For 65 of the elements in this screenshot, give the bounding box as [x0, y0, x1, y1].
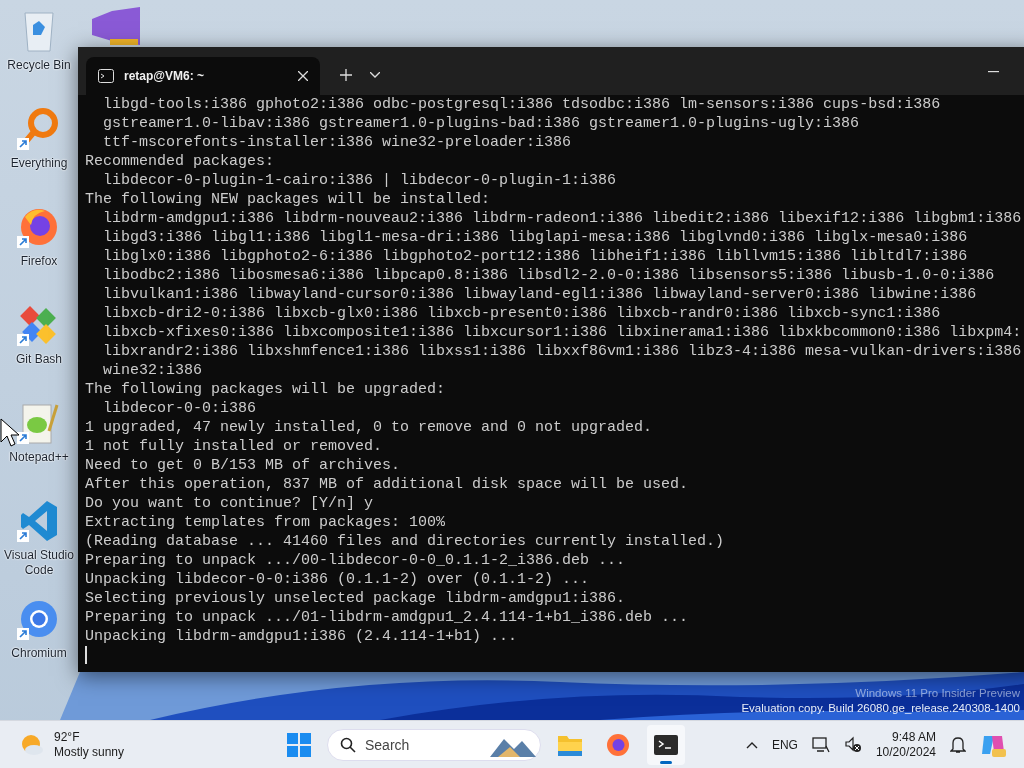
terminal-line: libxrandr2:i386 libxshmfence1:i386 libxss1:i386 libxxf86vm1:i386 libz3-4:i386 mesa-vulkan-drivers:i386: [102, 342, 1023, 361]
active-indicator: [660, 760, 672, 764]
language-indicator[interactable]: ENG: [771, 737, 798, 752]
desktop-icon-label[interactable]: Everything: [1, 156, 77, 171]
terminal-line: libgd-tools:i386 gphoto2:i386 odbc-postgresql:i386 tdsodbc:i386 lm-sensors:i386 cups-bsd:i386: [102, 95, 942, 114]
terminal-line: libxcb-dri2-0:i386 libxcb-glx0:i386 libxcb-present0:i386 libxcb-randr0:i386 libxcb-sync1:i386: [102, 304, 942, 323]
muted-speaker-icon[interactable]: [843, 735, 862, 754]
terminal-line: (Reading database ... 41460 files and directories currently installed.): [85, 532, 726, 551]
terminal-line: Need to get 0 B/153 MB of archives.: [85, 456, 402, 475]
terminal-line: gstreamer1.0-libav:i386 gstreamer1.0-plugins-bad:i386 gstreamer1.0-plugins-ugly:i386: [102, 114, 861, 133]
terminal-line: Preparing to unpack .../01-libdrm-amdgpu1_2.4.114-1+b1_i386.deb ...: [85, 608, 690, 627]
terminal-line: Unpacking libdecor-0-0:i386 (0.1.1-2) over (0.1.1-2) ...: [85, 570, 591, 589]
text-cursor: [85, 646, 87, 664]
terminal-line: libdecor-0-plugin-1-cairo:i386 | libdecor-0-plugin-1:i386: [102, 171, 618, 190]
terminal-line: Unpacking libdrm-amdgpu1:i386 (2.4.114-1+b1) ...: [85, 627, 519, 646]
search-icon: [340, 736, 356, 753]
terminal-line: After this operation, 837 MB of additional disk space will be used.: [85, 475, 690, 494]
desktop-icon-label[interactable]: Notepad++: [1, 450, 77, 465]
desktop-icon-label[interactable]: Visual Studio Code: [1, 548, 77, 578]
clock-time[interactable]: 9:48 AM: [891, 729, 936, 745]
tab-title: retap@VM6: ~: [124, 69, 206, 83]
bell-icon[interactable]: [950, 735, 966, 754]
terminal-line: Extracting templates from packages: 100%: [85, 513, 447, 532]
terminal-line: Recommended packages:: [85, 152, 276, 171]
search-field[interactable]: Search: [327, 728, 541, 761]
terminal-line: ttf-mscorefonts-installer:i386 wine32-preloader:i386: [102, 133, 573, 152]
terminal-icon: [654, 734, 678, 755]
firefox-icon: [606, 732, 630, 757]
new-tab-icon[interactable]: [340, 69, 352, 81]
weather-text[interactable]: Mostly sunny: [54, 744, 125, 760]
watermark-text: Evaluation copy. Build 26080.ge_release.240308-1400: [741, 701, 1020, 716]
desktop-icon-label[interactable]: Chromium: [1, 646, 77, 661]
desktop-icon-label[interactable]: Recycle Bin: [1, 58, 77, 73]
desktop-icon-label[interactable]: Git Bash: [1, 352, 77, 367]
chevron-up-icon[interactable]: [745, 740, 758, 749]
terminal-line: The following NEW packages will be installed:: [85, 190, 492, 209]
search-placeholder: Search: [365, 736, 411, 753]
terminal-line: libxcb-xfixes0:i386 libxcomposite1:i386 libxcursor1:i386 libxinerama1:i386 libxkbcommon0:i386 libxpm4:: [102, 323, 1023, 342]
terminal-line: libodbc2:i386 libosmesa6:i386 libpcap0.8:i386 libsdl2-2.0-0:i386 libsensors5:i386 libusb-1.0-0:i386: [102, 266, 996, 285]
terminal-line: Preparing to unpack .../00-libdecor-0-0_0.1.1-2_i386.deb ...: [85, 551, 627, 570]
terminal-line: libvulkan1:i386 libwayland-cursor0:i386 libwayland-egl1:i386 libwayland-server0:i386 libwine:i386: [102, 285, 978, 304]
terminal-line: The following packages will be upgraded:: [85, 380, 447, 399]
start-icon[interactable]: [287, 732, 311, 757]
taskbar-app[interactable]: [647, 724, 685, 765]
watermark-text: Windows 11 Pro Insider Preview: [855, 686, 1020, 701]
terminal-line: libdecor-0-0:i386: [102, 399, 258, 418]
terminal-line: libgd3:i386 libgl1:i386 libgl1-mesa-dri:i386 libglapi-mesa:i386 libglvnd0:i386 libglx-mesa0:i386: [102, 228, 969, 247]
terminal-line: libdrm-amdgpu1:i386 libdrm-nouveau2:i386 libdrm-radeon1:i386 libedit2:i386 libexif12:i386 libgbm1:i386: [102, 209, 1023, 228]
terminal-line: 1 upgraded, 47 newly installed, 0 to remove and 0 not upgraded.: [85, 418, 654, 437]
clock-date[interactable]: 10/20/2024: [875, 744, 936, 760]
terminal-line: 1 not fully installed or removed.: [85, 437, 384, 456]
terminal-line: Do you want to continue? [Y/n] y: [85, 494, 375, 513]
terminal-tab[interactable]: retap@VM6: ~: [86, 57, 320, 95]
close-icon[interactable]: [298, 71, 308, 81]
terminal-icon: [98, 69, 114, 83]
terminal-line: wine32:i386: [102, 361, 204, 380]
terminal-line: Selecting previously unselected package libdrm-amdgpu1:i386.: [85, 589, 627, 608]
folder-icon: [558, 733, 582, 756]
network-icon[interactable]: [811, 735, 830, 754]
mouse-pointer-icon: [0, 418, 20, 448]
desktop-icon-label[interactable]: Firefox: [1, 254, 77, 269]
chevron-down-icon[interactable]: [370, 72, 380, 78]
temperature-text[interactable]: 92°F: [54, 729, 125, 745]
minimize-icon[interactable]: [988, 71, 999, 73]
terminal-line: libglx0:i386 libgphoto2-6:i386 libgphoto2-port12:i386 libheif1:i386 libllvm15:i386 libltdl7:i386: [102, 247, 969, 266]
